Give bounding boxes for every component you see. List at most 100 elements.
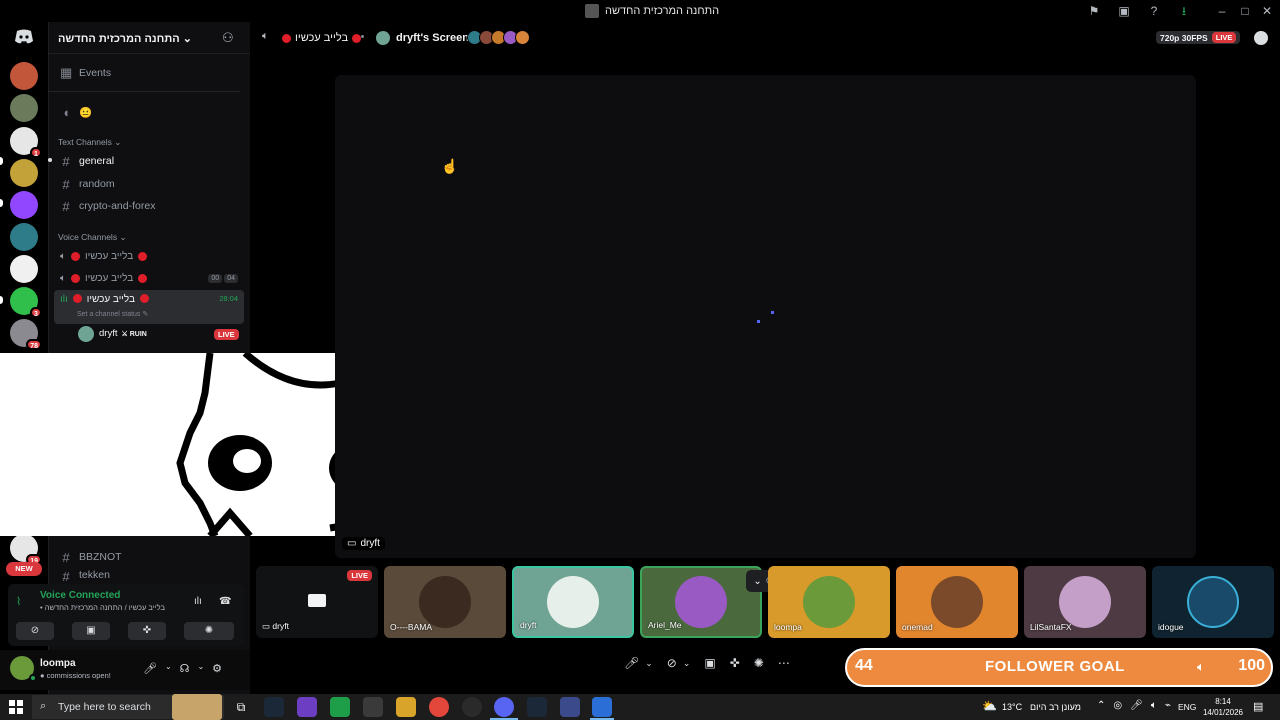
- voice-channels-category[interactable]: Voice Channels ⌄: [58, 232, 127, 243]
- server-icon[interactable]: [10, 62, 38, 90]
- add-member-icon[interactable]: ⚇: [222, 30, 234, 46]
- voice-channel[interactable]: 🔈︎ בלייב עכשיו 00 04: [54, 267, 244, 289]
- twitch-server-icon[interactable]: [10, 191, 38, 219]
- screen-share-button[interactable]: ▣: [72, 622, 110, 640]
- tray-app-icon[interactable]: ◎: [1113, 700, 1122, 711]
- soundboard-button[interactable]: ✺: [184, 622, 234, 640]
- voice-active-icon: ılı: [60, 294, 68, 305]
- server-icon[interactable]: [10, 255, 38, 283]
- voice-channel-path[interactable]: • בלייב עכשיו / התחנה המרכזית החדשה: [40, 603, 165, 612]
- app-icon[interactable]: [592, 697, 612, 717]
- events-item[interactable]: ▦ Events: [58, 63, 242, 83]
- task-view-icon[interactable]: ⧉: [231, 697, 251, 717]
- disconnect-icon[interactable]: ☎: [219, 596, 231, 607]
- volume-icon[interactable]: 🔈︎: [1151, 700, 1157, 711]
- divider: [48, 91, 240, 92]
- minimize-icon[interactable]: –: [1215, 4, 1229, 18]
- app-icon[interactable]: [363, 697, 383, 717]
- username[interactable]: loompa: [40, 658, 76, 669]
- channel-random[interactable]: # random: [58, 174, 242, 194]
- discord-home-icon[interactable]: [13, 28, 35, 46]
- file-explorer-icon[interactable]: [396, 697, 416, 717]
- participant-tile[interactable]: O----BAMA: [384, 566, 506, 638]
- server-icon[interactable]: [10, 94, 38, 122]
- download-icon[interactable]: ⭳: [1177, 4, 1191, 18]
- channel-crypto-and-forex[interactable]: # crypto-and-forex: [58, 196, 242, 216]
- app-icon[interactable]: [462, 697, 482, 717]
- participant-tile[interactable]: onemad: [896, 566, 1018, 638]
- microphone-icon[interactable]: 🎤︎: [624, 656, 639, 670]
- chrome-icon[interactable]: [429, 697, 449, 717]
- help-icon[interactable]: ?: [1147, 4, 1161, 18]
- headphones-icon[interactable]: ☊: [180, 662, 190, 675]
- screen-share-icon[interactable]: ▣: [704, 656, 715, 670]
- participant-tile[interactable]: LIVE ▭ dryft: [256, 566, 378, 638]
- channel-bbznot[interactable]: # BBZNOT: [58, 547, 242, 567]
- activities-button[interactable]: ✜: [128, 622, 166, 640]
- steam-icon[interactable]: [527, 697, 547, 717]
- stage-channel-name[interactable]: בלייב עכשיו: [282, 32, 362, 44]
- soundboard-icon[interactable]: ✺: [754, 656, 764, 670]
- chevron-down-icon[interactable]: ⌄: [683, 658, 691, 669]
- microphone-icon[interactable]: 🎤︎: [143, 662, 157, 675]
- participant-tile[interactable]: loompa: [768, 566, 890, 638]
- hash-icon: #: [62, 549, 70, 565]
- voice-user-dryft[interactable]: dryft ⚔ RUIN: [99, 328, 147, 339]
- megaphone-icon: ◖: [62, 104, 70, 120]
- chevron-down-icon[interactable]: ⌄: [645, 658, 653, 669]
- weather-temp[interactable]: 13°C: [1002, 702, 1022, 712]
- more-icon[interactable]: ⋯: [778, 656, 790, 670]
- chat-bubble-icon[interactable]: [1254, 31, 1268, 45]
- chevron-up-icon[interactable]: ⌃: [1097, 700, 1105, 711]
- viewer-avatars[interactable]: [467, 30, 530, 45]
- voice-channel-active[interactable]: ılı בלייב עכשיו 28:04: [54, 290, 244, 324]
- app-icon[interactable]: [330, 697, 350, 717]
- server-icon[interactable]: [10, 159, 38, 187]
- avatar: [515, 30, 530, 45]
- camera-toggle-button[interactable]: ⊘: [16, 622, 54, 640]
- channel-status-prompt[interactable]: Set a channel status ✎: [77, 310, 148, 318]
- close-icon[interactable]: ✕: [1260, 4, 1274, 18]
- windows-start-icon[interactable]: [9, 700, 23, 714]
- noise-suppression-icon[interactable]: ılı: [194, 596, 202, 607]
- stream-stage[interactable]: [335, 75, 1196, 558]
- new-badge[interactable]: NEW: [6, 562, 42, 576]
- steam-icon[interactable]: [264, 697, 284, 717]
- app-icon[interactable]: [560, 697, 580, 717]
- weather-icon[interactable]: ⛅: [982, 699, 997, 713]
- channel-tekken[interactable]: # tekken: [58, 569, 242, 581]
- server-icon[interactable]: 19: [10, 534, 42, 565]
- voice-channel[interactable]: 🔈︎ בלייב עכשיו: [54, 245, 244, 267]
- inbox-icon[interactable]: ▣: [1117, 4, 1131, 18]
- inbox-flag-icon[interactable]: ⚑: [1087, 4, 1101, 18]
- input-language[interactable]: ENG: [1178, 702, 1196, 712]
- voice-status[interactable]: Voice Connected: [40, 590, 120, 601]
- weather-desc[interactable]: מעונן רב היום: [1030, 702, 1081, 712]
- volume-icon[interactable]: 🔈︎: [1197, 659, 1205, 675]
- camera-off-icon[interactable]: ⊘: [667, 656, 677, 670]
- microphone-icon[interactable]: 🎤︎: [1130, 700, 1143, 711]
- server-icon[interactable]: 1: [10, 127, 42, 158]
- activities-icon[interactable]: ✜: [730, 656, 740, 670]
- chevron-down-icon[interactable]: ⌄: [165, 662, 172, 675]
- onboarding-row[interactable]: ◖ 😐: [58, 102, 242, 122]
- settings-gear-icon[interactable]: ⚙: [212, 662, 222, 675]
- server-icon[interactable]: 3: [10, 287, 42, 318]
- server-icon[interactable]: 78: [10, 319, 42, 350]
- server-icon[interactable]: [10, 223, 38, 251]
- discord-taskbar-icon[interactable]: [494, 697, 514, 717]
- taskbar-clock[interactable]: 8:14 14/01/2026: [1200, 696, 1246, 718]
- maximize-icon[interactable]: □: [1238, 4, 1252, 18]
- participant-tile[interactable]: dryft: [512, 566, 634, 638]
- network-icon[interactable]: ⌁: [1165, 700, 1171, 711]
- notifications-icon[interactable]: ▤: [1253, 700, 1263, 713]
- participant-tile[interactable]: LilSantaFX: [1024, 566, 1146, 638]
- call-controls: 🎤︎ ⌄ ⊘ ⌄ ▣ ✜ ✺ ⋯: [624, 656, 790, 670]
- server-name[interactable]: התחנה המרכזית החדשה ⌄: [58, 32, 192, 45]
- text-channels-category[interactable]: Text Channels ⌄: [58, 137, 121, 148]
- channel-general[interactable]: # general: [58, 151, 242, 171]
- participant-tile[interactable]: idogue: [1152, 566, 1274, 638]
- visual-studio-icon[interactable]: [297, 697, 317, 717]
- chevron-down-icon[interactable]: ⌄: [197, 662, 204, 675]
- participant-tile[interactable]: Ariel_Me: [640, 566, 762, 638]
